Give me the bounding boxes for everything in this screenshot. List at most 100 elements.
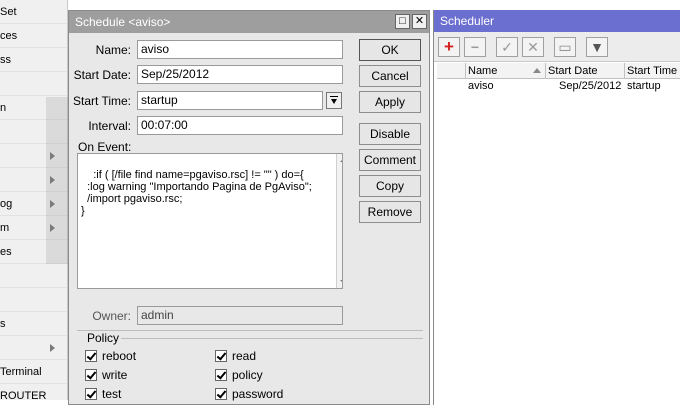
menu-item[interactable] [0,144,67,168]
start-date-label: Start Date: [73,68,131,82]
scroll-up-icon[interactable] [340,158,342,162]
add-button[interactable]: + [438,37,460,57]
menu-item[interactable] [0,336,67,360]
row-start-time: startup [627,80,661,92]
script-text: :if ( [/file find name=pgaviso.rsc] != "… [81,169,312,217]
menu-item-label: og [0,198,13,210]
x-icon: ✕ [527,39,539,55]
menu-item[interactable]: ces [0,24,67,48]
remove-button[interactable]: Remove [359,201,421,223]
filter-button[interactable]: ▼ [586,37,608,57]
column-spacer [437,63,465,79]
policy-write-checkbox[interactable] [85,369,97,381]
menu-item[interactable]: es [0,240,67,264]
interval-label: Interval: [88,119,131,133]
policy-reboot-label: reboot [102,349,137,363]
policy-read-checkbox[interactable] [215,350,227,362]
remove-item-button[interactable]: − [464,37,486,57]
menu-item-label: ss [0,54,11,66]
cancel-button[interactable]: Cancel [359,65,421,87]
menu-item[interactable]: Set [0,0,67,24]
menu-item[interactable] [0,72,67,96]
menu-item-label: ces [0,30,18,42]
left-menu: Set ces ss n og m es s Terminal ROUTER [0,0,68,400]
close-button[interactable]: ✕ [412,14,427,29]
policy-label: Policy [87,331,120,345]
schedule-dialog: Schedule <aviso> □ ✕ Name: aviso Start D… [68,10,430,405]
menu-item[interactable] [0,168,67,192]
menu-item[interactable]: ROUTER [0,384,67,400]
policy-read-label: read [232,349,257,363]
start-time-field[interactable]: startup [137,91,323,110]
menu-item[interactable] [0,264,67,288]
check-icon: ✓ [501,39,513,55]
menu-item[interactable]: og [0,192,67,216]
scheduler-title-bar[interactable]: Scheduler [434,10,680,32]
menu-item-label: n [0,102,7,114]
menu-item-label: Set [0,6,17,18]
comment-button[interactable]: Comment [359,149,421,171]
start-date-field[interactable]: Sep/25/2012 [137,65,343,84]
row-start-date: Sep/25/2012 [559,80,622,92]
divider [77,330,423,331]
interval-field[interactable]: 00:07:00 [137,116,343,135]
apply-button[interactable]: Apply [359,91,421,113]
start-time-label: Start Time: [73,94,132,108]
menu-item[interactable]: m [0,216,67,240]
submenu-arrow-icon [50,176,55,184]
divider [121,338,423,339]
menu-item[interactable] [0,288,67,312]
close-icon: ✕ [414,15,425,27]
ok-button[interactable]: OK [359,39,421,61]
owner-label: Owner: [92,309,131,323]
dialog-title: Schedule <aviso> [75,15,171,29]
name-field[interactable]: aviso [137,40,343,59]
menu-item[interactable]: s [0,312,67,336]
minimize-button[interactable]: □ [395,14,410,29]
on-event-script[interactable]: :if ( [/file find name=pgaviso.rsc] != "… [77,153,343,289]
menu-item-label: ROUTER [0,390,47,400]
minus-icon: − [470,39,480,55]
menu-item[interactable]: ss [0,48,67,72]
menu-item-label: Terminal [0,366,42,378]
disable-button[interactable]: Disable [359,123,421,145]
enable-button[interactable]: ✓ [496,37,518,57]
column-start-time[interactable]: Start Time [624,63,680,79]
dialog-title-bar[interactable]: Schedule <aviso> [69,11,429,33]
table-header: Name Start Date Start Time [437,63,680,79]
copy-button[interactable]: Copy [359,175,421,197]
scroll-down-icon[interactable] [340,280,342,284]
column-header-label: Start Date [548,65,598,77]
column-start-date[interactable]: Start Date [545,63,624,79]
plus-icon: + [444,37,454,56]
column-header-label: Start Time [627,65,678,77]
row-name: aviso [468,80,494,92]
note-icon: ▭ [558,39,572,55]
column-header-label: Name [468,65,498,77]
disable-item-button[interactable]: ✕ [522,37,544,57]
comment-item-button[interactable]: ▭ [554,37,576,57]
policy-password-checkbox[interactable] [215,388,227,400]
policy-test-checkbox[interactable] [85,388,97,400]
script-scrollbar[interactable] [336,154,342,288]
submenu-arrow-icon [50,224,55,232]
sort-arrow-icon [533,68,541,73]
policy-reboot-checkbox[interactable] [85,350,97,362]
menu-item[interactable]: Terminal [0,360,67,384]
scheduler-window: Scheduler + − ✓ ✕ ▭ ▼ Name Start Date St… [433,10,680,405]
on-event-label: On Event: [78,140,132,154]
start-time-dropdown-icon[interactable] [326,92,342,109]
window-icon: □ [399,15,406,27]
policy-policy-label: policy [232,368,263,382]
menu-item[interactable] [0,120,67,144]
table-row[interactable]: aviso Sep/25/2012 startup [437,80,680,94]
menu-item-label: es [0,246,12,258]
submenu-arrow-icon [50,152,55,160]
policy-test-label: test [102,387,122,401]
policy-write-label: write [102,368,128,382]
scheduler-toolbar: + − ✓ ✕ ▭ ▼ [434,32,680,62]
menu-item[interactable]: n [0,96,67,120]
submenu-arrow-icon [50,344,55,352]
name-label: Name: [95,43,131,57]
policy-policy-checkbox[interactable] [215,369,227,381]
